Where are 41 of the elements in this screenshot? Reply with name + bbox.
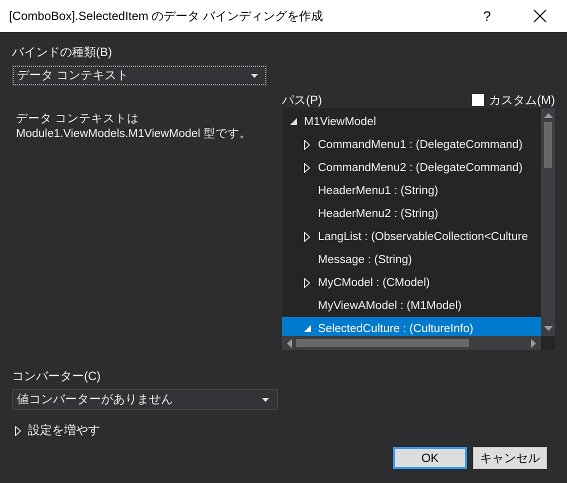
scroll-left-icon[interactable] (287, 338, 292, 348)
converter-dropdown[interactable]: 値コンバーターがありません (12, 389, 278, 410)
collapsed-arrow-icon[interactable] (304, 140, 310, 150)
scroll-thumb[interactable] (296, 339, 470, 347)
tree-item[interactable]: LangList : (ObservableCollection<Culture (282, 225, 541, 248)
vertical-scrollbar[interactable] (541, 108, 555, 336)
caret-icon (251, 74, 258, 78)
expanded-arrow-icon[interactable] (290, 118, 297, 125)
collapsed-arrow-icon[interactable] (304, 278, 310, 288)
cancel-button[interactable]: キャンセル (473, 447, 547, 469)
scroll-right-icon[interactable] (531, 338, 536, 348)
window-title: [ComboBox].SelectedItem のデータ バインディングを作成 (9, 8, 324, 24)
converter-label: コンバーター(C) (12, 368, 102, 385)
scroll-down-icon[interactable] (544, 326, 552, 331)
ok-button[interactable]: OK (393, 447, 467, 469)
tree-item[interactable]: CommandMenu2 : (DelegateCommand) (282, 156, 541, 179)
scroll-up-icon[interactable] (544, 113, 552, 118)
help-button[interactable]: ? (477, 8, 497, 24)
close-icon[interactable] (533, 9, 547, 23)
collapsed-arrow-icon[interactable] (304, 162, 310, 172)
caret-icon (262, 398, 269, 402)
tree-item[interactable]: SelectedCulture : (CultureInfo) (282, 317, 541, 336)
tree-item[interactable]: M1ViewModel (282, 110, 541, 133)
scroll-thumb[interactable] (544, 122, 552, 168)
bind-type-label: バインドの種類(B) (12, 44, 113, 61)
path-label: パス(P) (282, 92, 322, 108)
custom-checkbox[interactable] (472, 94, 484, 106)
collapsed-arrow-icon[interactable] (304, 232, 310, 242)
tree-item[interactable]: HeaderMenu2 : (String) (282, 202, 541, 225)
collapsed-arrow-icon[interactable] (15, 426, 21, 436)
tree-item[interactable]: MyCModel : (CModel) (282, 271, 541, 294)
tree-item[interactable]: MyViewAModel : (M1Model) (282, 294, 541, 317)
description-text: Module1.ViewModels.M1ViewModel 型です。 (16, 127, 253, 142)
horizontal-scrollbar[interactable] (282, 336, 541, 350)
tree-item[interactable]: HeaderMenu1 : (String) (282, 179, 541, 202)
tree-item[interactable]: CommandMenu1 : (DelegateCommand) (282, 133, 541, 156)
description-text: データ コンテキストは (16, 112, 140, 127)
custom-label: カスタム(M) (489, 92, 555, 108)
more-settings-expander[interactable]: 設定を増やす (12, 422, 100, 439)
tree-item[interactable]: Message : (String) (282, 248, 541, 271)
bind-type-dropdown[interactable]: データ コンテキスト (12, 65, 267, 86)
